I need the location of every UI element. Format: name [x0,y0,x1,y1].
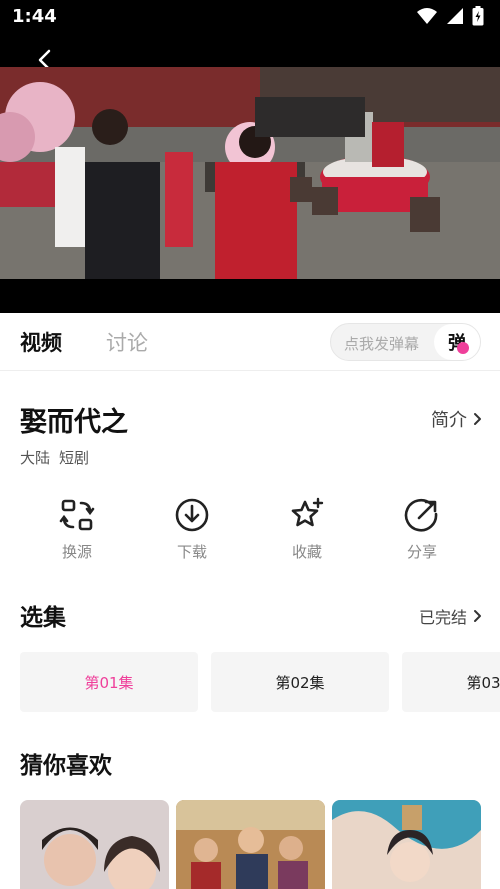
player-top-bar [0,34,500,67]
episode-list: 第01集 第02集 第03集 [20,652,500,712]
download-icon [175,498,209,532]
signal-icon [447,8,463,24]
show-tags: 大陆 短剧 [20,447,89,468]
tabs-bar: 视频 讨论 点我发弹幕 弹 [0,313,500,371]
recommend-card-1[interactable] [20,800,169,889]
status-bar: 1:44 [0,0,500,34]
tab-video[interactable]: 视频 [20,327,62,357]
action-row: 换源 下载 收藏 分享 [20,497,480,567]
video-scene-image [0,67,500,279]
episode-3[interactable]: 第03集 [402,652,500,712]
download-button[interactable]: 下载 [152,497,232,562]
episode-2[interactable]: 第02集 [211,652,389,712]
download-label: 下载 [176,543,207,561]
recommend-list [20,800,500,889]
share-label: 分享 [406,543,437,561]
switch-source-label: 换源 [61,543,92,561]
tag-region: 大陆 [20,449,51,467]
status-icons [416,6,484,26]
intro-link[interactable]: 简介 [431,406,482,432]
danmaku-input[interactable]: 点我发弹幕 弹 [330,323,481,361]
recommend-poster-2 [176,800,325,889]
battery-icon [472,6,484,26]
recommend-poster-1 [20,800,169,889]
tag-genre: 短剧 [59,449,90,467]
favorite-label: 收藏 [291,543,322,561]
switch-source-icon [59,499,95,531]
tab-discuss[interactable]: 讨论 [106,327,148,357]
chevron-right-icon [474,610,481,622]
danmaku-toggle-button[interactable]: 弹 [434,324,480,360]
recommend-card-2[interactable] [176,800,325,889]
episode-1[interactable]: 第01集 [20,652,198,712]
episodes-status-link[interactable]: 已完结 [419,604,482,628]
recommend-card-3[interactable] [332,800,481,889]
episodes-title: 选集 [20,605,66,631]
recommend-title: 猜你喜欢 [20,753,112,779]
show-title: 娶而代之 [20,407,128,438]
share-button[interactable]: 分享 [382,497,462,562]
favorite-button[interactable]: 收藏 [267,497,347,562]
share-icon [404,498,438,532]
danmaku-on-icon [457,342,469,354]
chevron-right-icon [474,413,481,425]
intro-label: 简介 [431,410,467,431]
episodes-status: 已完结 [418,608,467,627]
recommend-poster-3 [332,800,481,889]
status-time: 1:44 [12,6,57,27]
video-player[interactable] [0,67,500,279]
player-bottom-bar [0,279,500,313]
favorite-star-icon [291,497,324,527]
wifi-icon [417,8,437,24]
switch-source-button[interactable]: 换源 [37,497,117,562]
danmaku-placeholder: 点我发弹幕 [344,335,420,353]
